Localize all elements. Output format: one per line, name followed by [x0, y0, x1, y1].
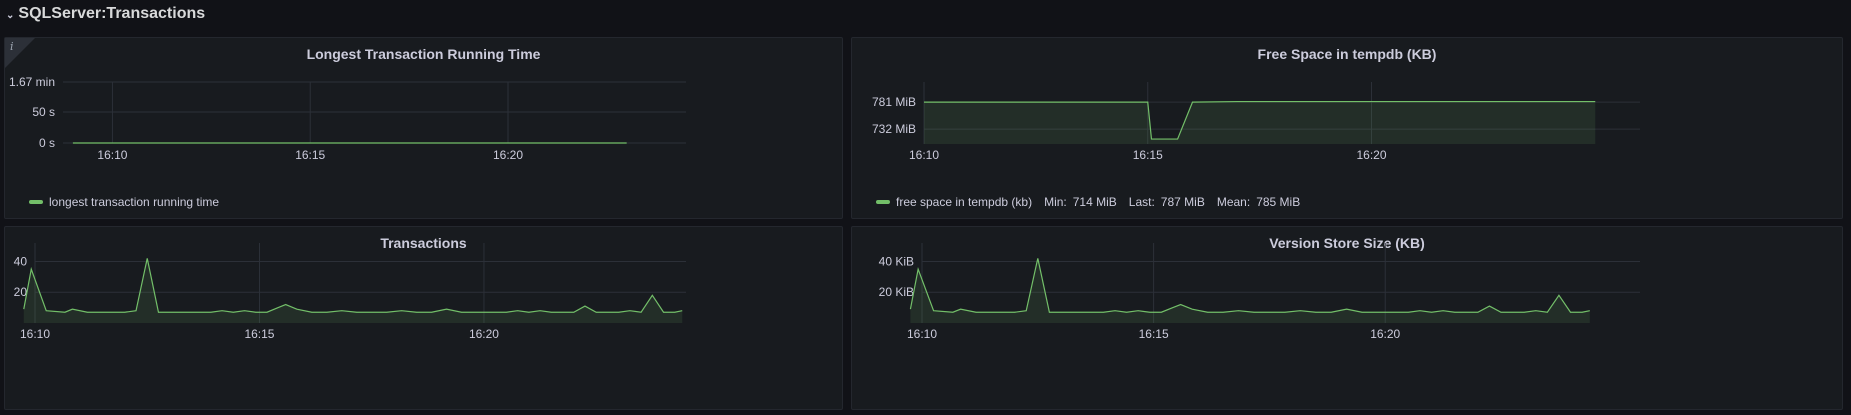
chart-free-space-tempdb: 781 MiB 732 MiB 16:10 16:15 16:20 [872, 82, 1640, 162]
panel-free-space-tempdb[interactable]: Free Space in tempdb (KB) 781 MiB 732 MiB… [851, 37, 1843, 219]
legend-last-value: 787 MiB [1160, 195, 1205, 209]
x-tick-label: 16:10 [909, 148, 939, 162]
panel-transactions[interactable]: Transactions 40 20 16:10 16:15 16:20 [4, 226, 843, 410]
series-line[interactable] [23, 258, 683, 313]
y-tick-label: 20 [14, 285, 28, 299]
chart-transactions: 40 20 16:10 16:15 16:20 [14, 243, 686, 341]
x-tick-label: 16:20 [1356, 148, 1386, 162]
legend-min-value: 714 MiB [1072, 195, 1117, 209]
plot-area: 1.67 min 50 s 0 s 16:10 16:15 16:20 [9, 75, 686, 162]
plot-area: 40 KiB 20 KiB 16:10 16:15 16:20 [879, 243, 1640, 341]
series-area-fill [910, 258, 1590, 323]
legend[interactable]: longest transaction running time [29, 195, 219, 209]
series-line[interactable] [909, 258, 1590, 313]
legend-min-label: Min: [1044, 195, 1067, 209]
x-tick-label: 16:20 [1370, 327, 1400, 341]
row-title: SQLServer:Transactions [18, 5, 206, 22]
legend-series-name: free space in tempdb (kb) [896, 195, 1033, 209]
y-tick-label: 20 KiB [879, 285, 914, 299]
x-tick-label: 16:15 [1139, 327, 1169, 341]
y-tick-label: 40 [14, 254, 28, 268]
legend-swatch [876, 200, 890, 204]
y-tick-label: 0 s [39, 136, 55, 150]
legend-series-name: longest transaction running time [49, 195, 220, 209]
x-tick-label: 16:20 [493, 148, 523, 162]
x-tick-label: 16:10 [97, 148, 127, 162]
chart-version-store-size: 40 KiB 20 KiB 16:10 16:15 16:20 [879, 243, 1640, 341]
y-tick-label: 1.67 min [9, 75, 55, 89]
panel-version-store-size[interactable]: Version Store Size (KB) 40 KiB 20 KiB 16:1… [851, 226, 1843, 410]
legend-last-label: Last: [1128, 195, 1155, 209]
x-tick-label: 16:20 [469, 327, 499, 341]
row-header-toggle[interactable]: ⌄ SQLServer:Transactions [6, 2, 205, 26]
series-area-fill [23, 258, 683, 323]
panel-longest-transaction[interactable]: i Longest Transaction Running Time 1.67 … [4, 37, 843, 219]
y-tick-label: 40 KiB [879, 254, 914, 268]
legend-mean-value: 785 MiB [1256, 195, 1301, 209]
plot-area: 40 20 16:10 16:15 16:20 [14, 243, 686, 341]
y-tick-label: 781 MiB [872, 95, 916, 109]
legend[interactable]: free space in tempdb (kb) Min: 714 MiB L… [876, 195, 1300, 209]
x-tick-label: 16:15 [1133, 148, 1163, 162]
series-area-fill [924, 101, 1596, 144]
x-tick-label: 16:10 [20, 327, 50, 341]
x-tick-label: 16:10 [907, 327, 937, 341]
legend-mean-label: Mean: [1216, 195, 1251, 209]
legend-swatch [29, 200, 43, 204]
chart-longest-transaction: 1.67 min 50 s 0 s 16:10 16:15 16:20 [9, 75, 686, 162]
y-tick-label: 50 s [32, 105, 55, 119]
x-tick-label: 16:15 [295, 148, 325, 162]
plot-area: 781 MiB 732 MiB 16:10 16:15 16:20 [872, 82, 1640, 162]
y-tick-label: 732 MiB [872, 122, 916, 136]
chevron-down-icon: ⌄ [6, 9, 15, 21]
x-tick-label: 16:15 [244, 327, 274, 341]
